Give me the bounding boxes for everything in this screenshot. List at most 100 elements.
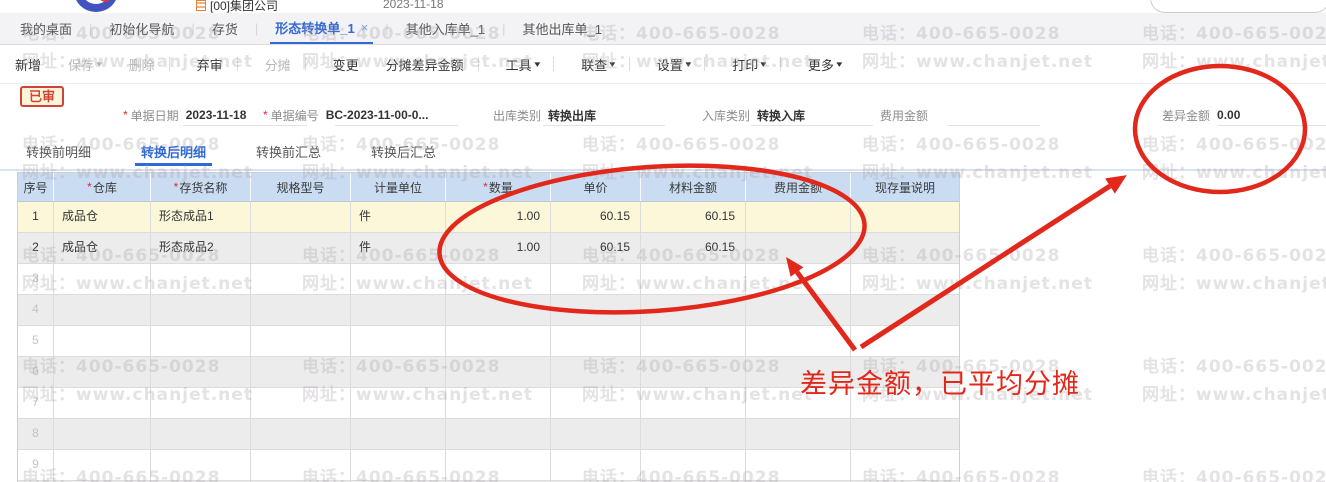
table-cell[interactable] xyxy=(551,357,641,387)
table-cell[interactable] xyxy=(446,388,551,418)
change-button[interactable]: 变更 xyxy=(333,55,359,74)
table-cell[interactable] xyxy=(351,450,446,480)
table-row[interactable]: 8 xyxy=(18,419,959,450)
table-cell[interactable]: 形态成品1 xyxy=(151,202,251,232)
table-cell[interactable] xyxy=(746,419,851,449)
table-cell[interactable] xyxy=(351,264,446,294)
table-cell[interactable] xyxy=(151,450,251,480)
tools-menu[interactable]: 工具 ▾ xyxy=(506,55,540,74)
table-cell[interactable] xyxy=(54,419,151,449)
search-input[interactable] xyxy=(1150,0,1326,13)
table-cell[interactable] xyxy=(351,419,446,449)
table-cell[interactable] xyxy=(251,388,351,418)
table-row[interactable]: 1 成品仓 形态成品1 件 1.00 60.15 60.15 xyxy=(18,202,959,233)
table-cell[interactable] xyxy=(851,202,959,232)
table-cell[interactable] xyxy=(641,419,746,449)
table-cell[interactable] xyxy=(746,202,851,232)
field-value[interactable]: 0.00 xyxy=(1217,108,1240,122)
table-row[interactable]: 6 xyxy=(18,357,959,388)
table-row[interactable]: 2 成品仓 形态成品2 件 1.00 60.15 60.15 xyxy=(18,233,959,264)
table-cell[interactable]: 件 xyxy=(351,233,446,263)
table-cell[interactable] xyxy=(351,357,446,387)
field-value[interactable]: 转换入库 xyxy=(757,107,805,124)
table-cell[interactable] xyxy=(351,295,446,325)
table-cell[interactable] xyxy=(351,326,446,356)
table-cell[interactable]: 1.00 xyxy=(446,202,551,232)
table-cell[interactable] xyxy=(351,388,446,418)
table-cell[interactable] xyxy=(746,233,851,263)
table-cell[interactable] xyxy=(54,357,151,387)
table-cell[interactable] xyxy=(151,419,251,449)
tab-close-icon[interactable]: × xyxy=(361,20,369,35)
table-cell[interactable] xyxy=(551,264,641,294)
table-cell[interactable] xyxy=(151,295,251,325)
table-cell[interactable] xyxy=(251,202,351,232)
unapprove-button[interactable]: 弃审 xyxy=(197,55,223,74)
subtab-before-summary[interactable]: 转换前汇总 xyxy=(250,140,327,166)
table-cell[interactable] xyxy=(641,295,746,325)
table-cell[interactable]: 成品仓 xyxy=(54,233,151,263)
table-row[interactable]: 7 xyxy=(18,388,959,419)
table-cell[interactable]: 60.15 xyxy=(641,202,746,232)
table-cell[interactable] xyxy=(641,326,746,356)
table-cell[interactable] xyxy=(251,264,351,294)
table-cell[interactable]: 60.15 xyxy=(551,233,641,263)
add-button[interactable]: 新增 xyxy=(15,55,41,74)
table-cell[interactable] xyxy=(251,233,351,263)
table-cell[interactable] xyxy=(151,326,251,356)
linked-query-menu[interactable]: 联查 ▾ xyxy=(581,55,615,74)
table-cell[interactable] xyxy=(54,450,151,480)
table-cell[interactable] xyxy=(251,326,351,356)
table-cell[interactable] xyxy=(251,295,351,325)
table-row[interactable]: 5 xyxy=(18,326,959,357)
tab-other-inbound[interactable]: 其他入库单_1 xyxy=(401,13,490,44)
subtab-before-detail[interactable]: 转换前明细 xyxy=(20,140,97,166)
table-cell[interactable] xyxy=(851,295,959,325)
table-cell[interactable] xyxy=(851,357,959,387)
table-cell[interactable] xyxy=(746,357,851,387)
tab-form-conversion[interactable]: 形态转换单_1 × xyxy=(270,13,374,44)
table-cell[interactable] xyxy=(746,388,851,418)
table-cell[interactable] xyxy=(746,326,851,356)
allocate-diff-amount-button[interactable]: 分摊差异金额 xyxy=(386,55,464,74)
table-cell[interactable]: 成品仓 xyxy=(54,202,151,232)
table-cell[interactable] xyxy=(251,419,351,449)
table-cell[interactable] xyxy=(551,388,641,418)
table-cell[interactable] xyxy=(54,264,151,294)
field-value[interactable]: 2023-11-18 xyxy=(186,108,247,122)
table-row[interactable]: 3 xyxy=(18,264,959,295)
table-row[interactable]: 9 xyxy=(18,450,959,481)
table-cell[interactable] xyxy=(54,388,151,418)
table-row[interactable]: 4 xyxy=(18,295,959,326)
table-cell[interactable] xyxy=(746,295,851,325)
table-cell[interactable] xyxy=(151,264,251,294)
settings-menu[interactable]: 设置 ▾ xyxy=(657,55,691,74)
table-cell[interactable] xyxy=(641,264,746,294)
table-cell[interactable] xyxy=(446,295,551,325)
field-value[interactable]: BC-2023-11-00-0... xyxy=(326,108,429,122)
tab-other-outbound[interactable]: 其他出库单_1 xyxy=(518,13,607,44)
tab-init-nav[interactable]: 初始化导航 xyxy=(104,13,179,44)
table-cell[interactable] xyxy=(54,295,151,325)
table-cell[interactable] xyxy=(641,450,746,480)
table-cell[interactable] xyxy=(746,450,851,480)
table-cell[interactable] xyxy=(446,357,551,387)
table-cell[interactable]: 60.15 xyxy=(551,202,641,232)
table-cell[interactable] xyxy=(551,295,641,325)
subtab-after-detail[interactable]: 转换后明细 xyxy=(135,140,213,166)
table-cell[interactable]: 件 xyxy=(351,202,446,232)
field-value[interactable]: 转换出库 xyxy=(548,107,596,124)
table-cell[interactable] xyxy=(446,326,551,356)
table-cell[interactable] xyxy=(851,326,959,356)
table-cell[interactable] xyxy=(641,388,746,418)
table-cell[interactable] xyxy=(551,419,641,449)
table-cell[interactable] xyxy=(151,357,251,387)
table-cell[interactable] xyxy=(851,388,959,418)
table-cell[interactable]: 1.00 xyxy=(446,233,551,263)
company-selector[interactable]: [00]集团公司 xyxy=(196,0,278,14)
table-cell[interactable] xyxy=(151,388,251,418)
print-menu[interactable]: 打印 ▾ xyxy=(732,55,766,74)
table-cell[interactable] xyxy=(251,450,351,480)
table-cell[interactable] xyxy=(851,264,959,294)
table-cell[interactable] xyxy=(551,450,641,480)
